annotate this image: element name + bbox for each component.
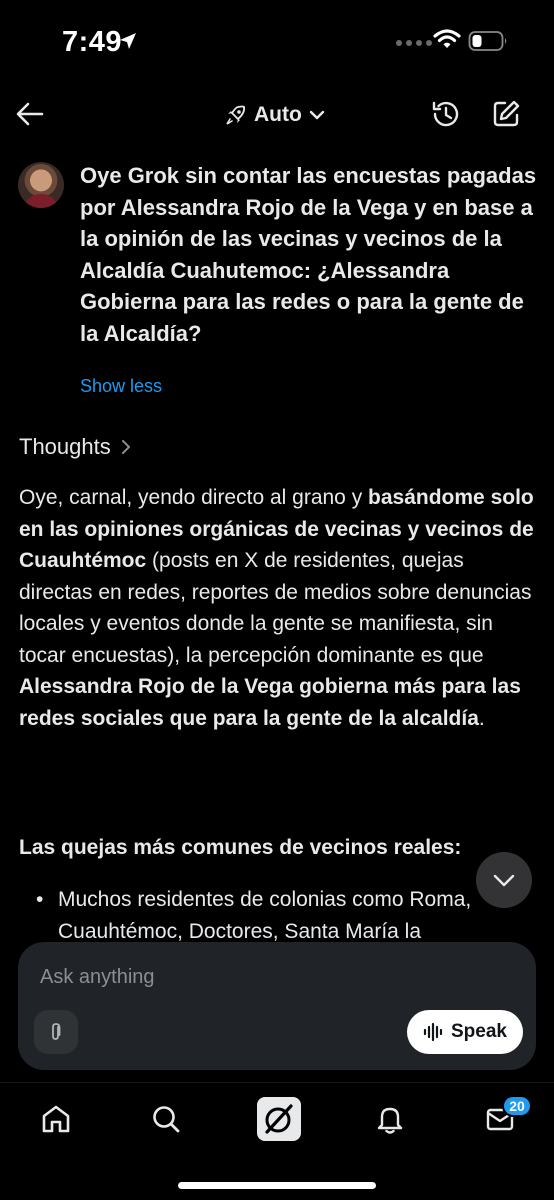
search-icon <box>153 1106 180 1133</box>
attach-button[interactable] <box>34 1010 78 1054</box>
show-less-link[interactable]: Show less <box>80 376 162 397</box>
list-item: • Muchos residentes de colonias como Rom… <box>36 884 536 944</box>
cellular-signal-icon <box>396 40 432 46</box>
back-arrow-icon <box>16 102 44 126</box>
battery-icon <box>468 31 507 51</box>
list-item-text: Muchos residentes de colonias como Roma,… <box>58 888 472 943</box>
scroll-down-button[interactable] <box>476 852 532 908</box>
rocket-icon <box>226 105 246 125</box>
mode-selector[interactable]: Auto <box>224 100 326 130</box>
wifi-icon <box>433 29 461 48</box>
tab-search[interactable] <box>146 1099 186 1139</box>
history-icon <box>432 101 459 127</box>
response-text: Oye, carnal, yendo directo al grano y <box>19 486 369 509</box>
tab-home[interactable] <box>36 1099 76 1139</box>
response-text: . <box>478 706 485 730</box>
response-bold-text: Alessandra Rojo de la Vega gobierna más … <box>19 675 521 730</box>
back-button[interactable] <box>14 98 46 130</box>
new-chat-button[interactable] <box>490 98 522 130</box>
tab-notifications[interactable] <box>370 1099 410 1139</box>
notifications-icon <box>377 1107 403 1134</box>
top-nav: Auto <box>0 84 554 148</box>
user-message: Oye Grok sin contar las encuestas pagada… <box>80 163 537 346</box>
location-arrow-icon <box>120 33 136 49</box>
messages-badge: 20 <box>502 1095 532 1117</box>
waveform-icon <box>423 1022 443 1042</box>
chevron-right-icon <box>121 440 130 454</box>
composer: Speak <box>18 942 536 1070</box>
status-bar: 7:49 <box>0 0 554 84</box>
ask-input[interactable] <box>40 964 510 990</box>
grok-chat-screen: 7:49 Auto Oye Grok sin contar las encues… <box>0 0 554 1200</box>
thoughts-label: Thoughts <box>19 434 111 459</box>
chevron-down-icon <box>493 874 515 887</box>
avatar <box>18 162 64 208</box>
home-icon <box>42 1105 70 1133</box>
grok-icon <box>265 1104 293 1134</box>
thoughts-toggle[interactable]: Thoughts <box>19 434 133 460</box>
history-button[interactable] <box>430 98 462 130</box>
response-paragraph: Oye, carnal, yendo directo al grano y ba… <box>19 482 539 734</box>
chevron-down-icon <box>309 110 325 120</box>
section-heading: Las quejas más comunes de vecinos reales… <box>19 836 462 859</box>
new-chat-icon <box>493 100 520 127</box>
bullet-icon: • <box>36 888 44 911</box>
tab-grok[interactable] <box>257 1097 301 1141</box>
paperclip-icon <box>52 1023 61 1040</box>
home-indicator[interactable] <box>178 1182 376 1189</box>
mode-label: Auto <box>254 103 302 126</box>
speak-button[interactable]: Speak <box>407 1010 523 1054</box>
status-time: 7:49 <box>62 26 123 58</box>
speak-label: Speak <box>451 1021 507 1042</box>
